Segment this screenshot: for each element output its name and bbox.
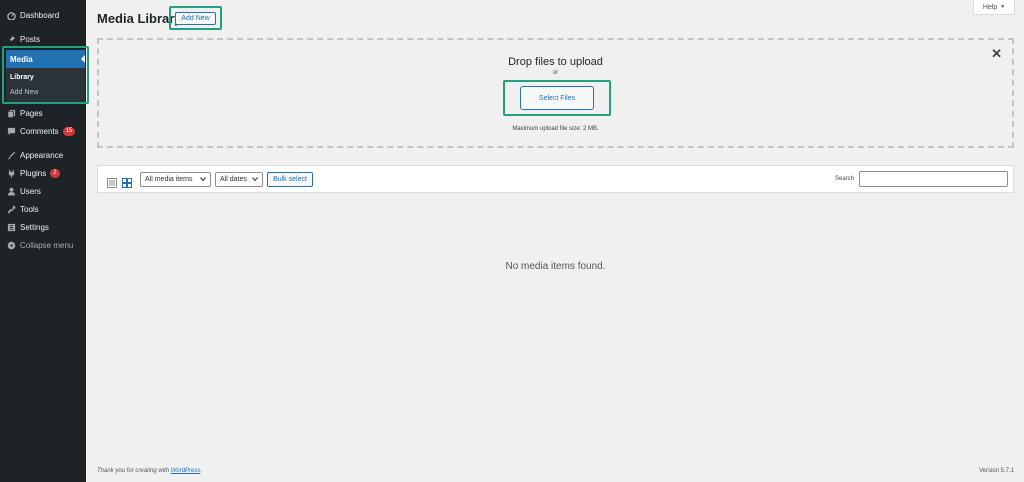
media-type-filter[interactable]: All media items [140, 172, 211, 187]
date-filter[interactable]: All dates [215, 172, 263, 187]
media-menu-highlight: Media Library Add New [2, 46, 89, 104]
media-toolbar: All media items All dates Bulk select Se… [97, 165, 1014, 193]
search-label: Search [835, 176, 855, 182]
search-input[interactable] [859, 171, 1008, 187]
plugin-icon [6, 168, 16, 178]
upload-dropzone[interactable]: ✕ Drop files to upload or Select Files M… [97, 38, 1014, 148]
chevron-down-icon [200, 177, 206, 182]
sidebar-item-label: Pages [20, 108, 43, 118]
footer-thanks-prefix: Thank you for creating with [97, 468, 170, 474]
sidebar-item-label: Users [20, 186, 41, 196]
admin-sidebar: Dashboard Posts Media Library Add New Pa… [0, 0, 89, 482]
sidebar-item-appearance[interactable]: Appearance [0, 146, 86, 164]
media-submenu: Library Add New [6, 68, 85, 102]
plugins-update-badge: 2 [50, 168, 60, 178]
select-files-button[interactable]: Select Files [520, 86, 594, 110]
sidebar-item-label: Appearance [20, 150, 64, 160]
sidebar-item-label: Tools [20, 204, 39, 214]
user-icon [6, 186, 16, 196]
dashboard-icon [6, 10, 16, 20]
help-label: Help [982, 3, 998, 11]
comments-icon [6, 126, 16, 136]
drop-files-heading: Drop files to upload [508, 56, 603, 68]
sidebar-item-label: Dashboard [20, 10, 60, 20]
sidebar-item-tools[interactable]: Tools [0, 200, 86, 218]
chevron-down-icon [252, 177, 258, 182]
select-files-highlight: Select Files [503, 80, 611, 116]
add-new-button[interactable]: Add New [175, 11, 216, 25]
submenu-item-library[interactable]: Library [6, 70, 85, 85]
media-type-filter-value: All media items [145, 176, 193, 183]
sidebar-item-dashboard[interactable]: Dashboard [0, 6, 86, 24]
sidebar-item-users[interactable]: Users [0, 182, 86, 200]
date-filter-value: All dates [220, 176, 247, 183]
comments-count-badge: 15 [62, 126, 76, 136]
pushpin-icon [6, 34, 16, 44]
wordpress-link[interactable]: WordPress [171, 468, 201, 474]
footer-thanks-suffix: . [200, 468, 203, 474]
sidebar-item-label: Settings [20, 222, 49, 232]
sidebar-item-media[interactable]: Media [6, 50, 85, 72]
footer-version: Version 5.7.1 [978, 468, 1014, 474]
add-new-highlight: Add New [169, 6, 222, 30]
sidebar-item-label: Plugins [20, 168, 47, 178]
caret-down-icon: ▼ [1000, 4, 1006, 10]
sidebar-item-label: Collapse menu [20, 240, 74, 250]
sidebar-item-label: Comments [20, 126, 59, 136]
max-upload-size: Maximum upload file size: 2 MB. [512, 126, 599, 132]
sidebar-item-comments[interactable]: Comments 15 [0, 122, 86, 140]
submenu-item-add-new[interactable]: Add New [6, 85, 85, 100]
settings-icon [6, 222, 16, 232]
or-separator: or [552, 70, 559, 76]
help-tab-button[interactable]: Help ▼ [973, 0, 1015, 15]
empty-state-message: No media items found. [505, 261, 606, 272]
footer-thanks: Thank you for creating with WordPress. [97, 468, 202, 474]
wrench-icon [6, 204, 16, 214]
sidebar-item-label: Posts [20, 34, 41, 44]
collapse-icon [6, 240, 16, 250]
sidebar-item-settings[interactable]: Settings [0, 218, 86, 236]
sidebar-item-label: Media [10, 54, 33, 64]
sidebar-item-pages[interactable]: Pages [0, 104, 86, 122]
grid-view-icon[interactable] [122, 175, 132, 188]
pages-icon [6, 108, 16, 118]
list-view-icon[interactable] [107, 175, 117, 188]
current-menu-arrow [81, 55, 85, 63]
brush-icon [6, 150, 16, 160]
sidebar-item-plugins[interactable]: Plugins 2 [0, 164, 86, 182]
bulk-select-button[interactable]: Bulk select [267, 172, 313, 187]
collapse-menu-button[interactable]: Collapse menu [0, 236, 86, 254]
